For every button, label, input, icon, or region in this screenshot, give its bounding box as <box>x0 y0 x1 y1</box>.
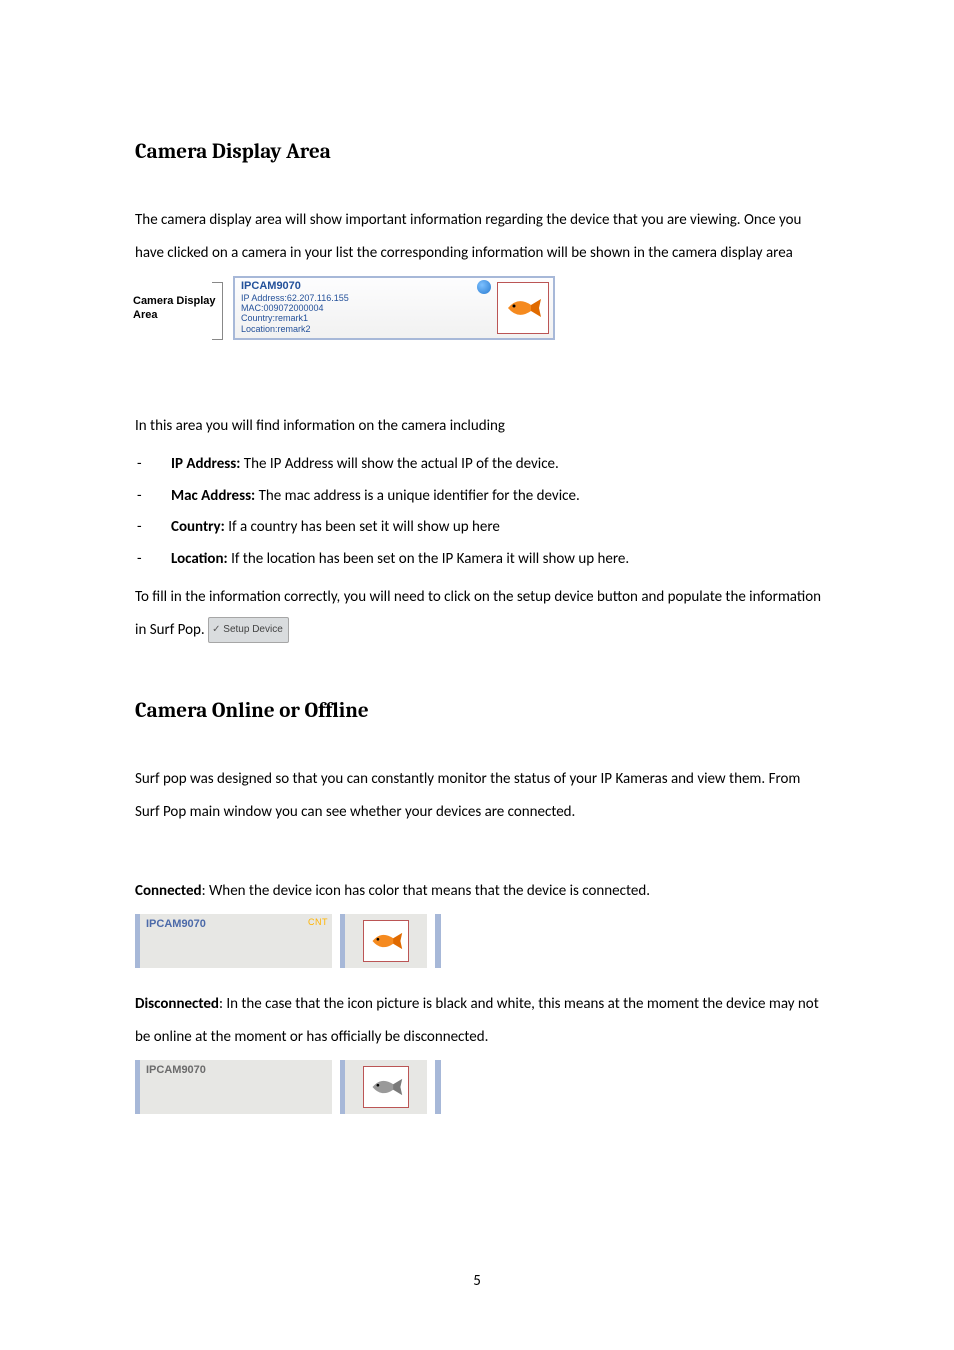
list-item-label: Country: <box>171 518 225 536</box>
list-item: IP Address: The IP Address will show the… <box>171 449 824 481</box>
camera-location: Location:remark2 <box>241 324 349 334</box>
disconnected-name-box: IPCAM9070 <box>135 1060 332 1114</box>
camera-thumbnail <box>497 282 549 334</box>
camera-country: Country:remark1 <box>241 313 349 323</box>
connected-camera-name: IPCAM9070 <box>140 914 332 934</box>
paragraph-disconnected: Disconnected: In the case that the icon … <box>135 988 824 1054</box>
connected-thumb-box <box>340 914 427 968</box>
list-item-label: Location: <box>171 550 228 568</box>
side-bar-decoration <box>435 1060 441 1114</box>
cnt-badge: CNT <box>308 917 328 927</box>
paragraph-online-intro: Surf pop was designed so that you can co… <box>135 763 824 829</box>
list-item-text: If the location has been set on the IP K… <box>228 550 629 568</box>
heading-camera-online-offline: Camera Online or Offline <box>135 699 824 723</box>
figure-caption: Camera Display Area <box>133 276 223 340</box>
list-item: Mac Address: The mac address is a unique… <box>171 481 824 513</box>
disconnected-text: : In the case that the icon picture is b… <box>135 995 819 1046</box>
side-bar-decoration <box>435 914 441 968</box>
info-list: IP Address: The IP Address will show the… <box>135 449 824 575</box>
setup-device-button[interactable]: Setup Device <box>208 617 289 643</box>
list-item: Location: If the location has been set o… <box>171 544 824 576</box>
connected-example: IPCAM9070 CNT <box>135 914 824 968</box>
list-item-label: IP Address: <box>171 455 240 473</box>
list-item-text: The IP Address will show the actual IP o… <box>240 455 558 473</box>
disconnected-camera-name: IPCAM9070 <box>140 1060 332 1080</box>
camera-display-figure: Camera Display Area IPCAM9070 IP Address… <box>133 276 824 340</box>
paragraph-info-intro: In this area you will find information o… <box>135 410 824 443</box>
disconnected-example: IPCAM9070 <box>135 1060 824 1114</box>
page-number: 5 <box>0 1272 954 1290</box>
heading-camera-display-area: Camera Display Area <box>135 140 824 164</box>
list-item-text: If a country has been set it will show u… <box>225 518 500 536</box>
list-item: Country: If a country has been set it wi… <box>171 512 824 544</box>
connected-thumbnail <box>363 920 409 962</box>
connected-text: : When the device icon has color that me… <box>202 882 650 900</box>
list-item-label: Mac Address: <box>171 487 255 505</box>
fish-icon <box>503 293 543 323</box>
figure-caption-line1: Camera Display <box>133 295 216 307</box>
disconnected-thumb-box <box>340 1060 427 1114</box>
bracket-decoration <box>212 282 223 340</box>
camera-mac: MAC:009072000004 <box>241 303 349 313</box>
connected-label: Connected <box>135 882 202 900</box>
fish-icon-grey <box>368 1073 404 1101</box>
camera-info-panel: IPCAM9070 IP Address:62.207.116.155 MAC:… <box>233 276 555 340</box>
list-item-text: The mac address is a unique identifier f… <box>255 487 580 505</box>
paragraph-setup: To fill in the information correctly, yo… <box>135 581 824 647</box>
paragraph-connected: Connected: When the device icon has colo… <box>135 875 824 908</box>
camera-ip: IP Address:62.207.116.155 <box>241 293 349 303</box>
figure-caption-line2: Area <box>133 309 157 321</box>
fish-icon <box>368 927 404 955</box>
paragraph-intro: The camera display area will show import… <box>135 204 824 270</box>
globe-icon <box>477 280 491 294</box>
connected-name-box: IPCAM9070 CNT <box>135 914 332 968</box>
disconnected-label: Disconnected <box>135 995 219 1013</box>
camera-title: IPCAM9070 <box>241 280 349 293</box>
disconnected-thumbnail <box>363 1066 409 1108</box>
